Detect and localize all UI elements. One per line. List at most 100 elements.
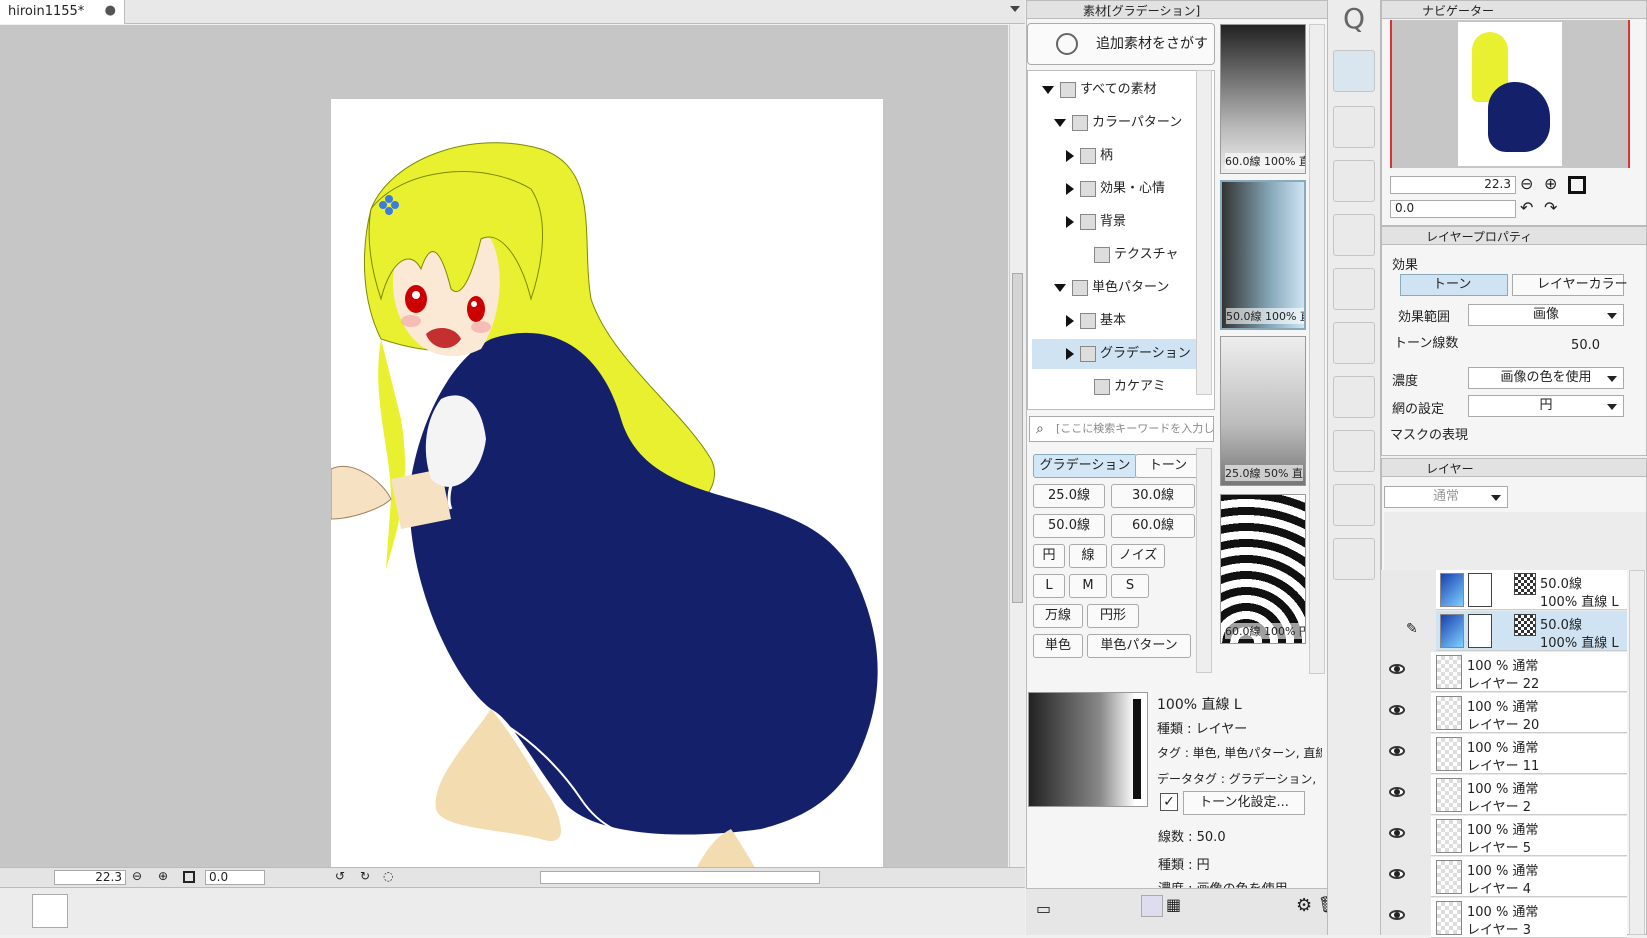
layer-scrollbar[interactable] bbox=[1629, 570, 1645, 935]
tag-button[interactable]: グラデーション bbox=[1033, 454, 1137, 478]
rotate-left-icon[interactable]: ↺ bbox=[335, 869, 345, 883]
tree-item[interactable]: 単色パターン bbox=[1054, 273, 1169, 303]
settings-icon[interactable]: ⚙ bbox=[1296, 895, 1312, 916]
tag-button[interactable]: 50.0線 bbox=[1033, 514, 1105, 538]
layer-row[interactable]: 100 % 通常 レイヤー 3 bbox=[1389, 898, 1627, 938]
material-thumbnail[interactable]: 50.0線 100% 直 bbox=[1220, 180, 1306, 330]
3d-material-icon[interactable] bbox=[1333, 484, 1375, 526]
tag-button[interactable]: 単色 bbox=[1033, 634, 1083, 658]
canvas-area[interactable] bbox=[0, 25, 1008, 879]
pose-material-icon[interactable] bbox=[1333, 430, 1375, 472]
tag-button[interactable]: 円形 bbox=[1087, 604, 1139, 628]
folder-icon[interactable]: ▭ bbox=[1036, 899, 1051, 918]
layer-row[interactable]: 100 % 通常 レイヤー 11 bbox=[1389, 734, 1627, 774]
tone-lines-value[interactable]: 50.0 bbox=[1520, 338, 1600, 358]
layer-row[interactable]: 100 % 通常 レイヤー 2 bbox=[1389, 775, 1627, 815]
list-view-icon[interactable] bbox=[1141, 895, 1163, 917]
tab-close-icon[interactable]: ● bbox=[105, 3, 116, 18]
layer-row[interactable]: 100 % 通常 レイヤー 5 bbox=[1389, 816, 1627, 856]
tree-scrollbar[interactable] bbox=[1196, 70, 1212, 395]
visibility-eye-icon[interactable] bbox=[1389, 664, 1405, 674]
navigator-rotate-right-icon[interactable]: ↷ bbox=[1544, 198, 1557, 217]
layer-color-button[interactable]: レイヤーカラー bbox=[1512, 274, 1628, 296]
collapse-arrow-icon[interactable] bbox=[1042, 85, 1054, 94]
fit-icon[interactable] bbox=[183, 871, 195, 883]
tone-setting-checkbox[interactable]: ✓ bbox=[1160, 793, 1178, 811]
material-search-input[interactable]: ⌕ [ここに検索キーワードを入力して bbox=[1029, 416, 1214, 442]
navigator-zoom-out-icon[interactable]: ⊖ bbox=[1520, 174, 1533, 193]
tag-button[interactable]: トーン bbox=[1135, 454, 1201, 478]
tone-setting-button[interactable]: トーン化設定... bbox=[1183, 791, 1305, 815]
dot-setting-select[interactable]: 円 bbox=[1468, 395, 1624, 417]
material-thumbnail[interactable]: 60.0線 100% 直 bbox=[1220, 24, 1306, 174]
layer-row[interactable]: ✎ 50.0線 100% 直線 L bbox=[1406, 611, 1627, 651]
tag-button[interactable]: L bbox=[1033, 574, 1065, 598]
visibility-eye-icon[interactable] bbox=[1389, 828, 1405, 838]
find-more-materials-button[interactable]: 追加素材をさがす bbox=[1027, 23, 1215, 65]
tree-item[interactable]: 効果・心情 bbox=[1066, 174, 1165, 204]
tag-button[interactable]: M bbox=[1069, 574, 1107, 598]
visibility-eye-icon[interactable] bbox=[1389, 746, 1405, 756]
tag-button[interactable]: 単色パターン bbox=[1087, 634, 1191, 658]
material-thumbnail[interactable]: 60.0線 100% 円 bbox=[1220, 494, 1306, 644]
horizontal-scroll-thumb[interactable] bbox=[540, 871, 820, 884]
expand-arrow-icon[interactable] bbox=[1066, 182, 1074, 195]
layer-row[interactable]: 100 % 通常 レイヤー 20 bbox=[1389, 693, 1627, 733]
open-folder-icon[interactable] bbox=[1333, 538, 1375, 580]
tab-dropdown-icon[interactable] bbox=[1010, 6, 1020, 12]
expand-arrow-icon[interactable] bbox=[1066, 347, 1074, 360]
quick-access-icon[interactable]: Q bbox=[1333, 2, 1375, 44]
frame-material-icon[interactable] bbox=[1333, 268, 1375, 310]
visibility-eye-icon[interactable] bbox=[1389, 705, 1405, 715]
visibility-eye-icon[interactable] bbox=[1389, 869, 1405, 879]
tag-button[interactable]: 万線 bbox=[1033, 604, 1083, 628]
reset-rotation-icon[interactable]: ◌ bbox=[383, 869, 393, 883]
expand-arrow-icon[interactable] bbox=[1066, 149, 1074, 162]
material-thumbnail[interactable]: 25.0線 50% 直 bbox=[1220, 336, 1306, 486]
tag-button[interactable]: 円 bbox=[1033, 544, 1065, 568]
thumbnail-scrollbar[interactable] bbox=[1309, 24, 1325, 674]
rotate-right-icon[interactable]: ↻ bbox=[360, 869, 370, 883]
visibility-eye-icon[interactable] bbox=[1389, 787, 1405, 797]
tag-button[interactable]: ノイズ bbox=[1111, 544, 1165, 568]
expand-arrow-icon[interactable] bbox=[1066, 215, 1074, 228]
tag-button[interactable]: 60.0線 bbox=[1111, 514, 1195, 538]
tag-button[interactable]: S bbox=[1111, 574, 1149, 598]
tree-item[interactable]: カラーパターン bbox=[1054, 108, 1182, 138]
density-select[interactable]: 画像の色を使用 bbox=[1468, 367, 1624, 389]
zoom-field[interactable]: 22.3 bbox=[54, 870, 126, 885]
tree-item[interactable]: グラデーション bbox=[1032, 339, 1198, 369]
tone-material-icon[interactable] bbox=[1333, 214, 1375, 256]
canvas-page[interactable] bbox=[331, 99, 883, 879]
collapse-arrow-icon[interactable] bbox=[1054, 283, 1066, 292]
visibility-eye-icon[interactable] bbox=[1389, 910, 1405, 920]
tree-item[interactable]: カケアミ bbox=[1076, 372, 1166, 402]
collapse-arrow-icon[interactable] bbox=[1054, 118, 1066, 127]
grid-view-icon[interactable]: ▦ bbox=[1166, 895, 1188, 917]
layer-row[interactable]: 50.0線 100% 直線 L bbox=[1436, 570, 1627, 610]
tag-scrollbar[interactable] bbox=[1196, 448, 1212, 673]
document-tab[interactable]: hiroin1155* ● bbox=[0, 0, 125, 24]
effect-range-select[interactable]: 画像 bbox=[1468, 304, 1624, 326]
navigator-rotate-left-icon[interactable]: ↶ bbox=[1520, 198, 1533, 217]
image-material-icon[interactable] bbox=[1333, 106, 1375, 148]
tree-item[interactable]: テクスチャ bbox=[1076, 240, 1178, 270]
navigator-zoom-field[interactable]: 22.3 bbox=[1390, 176, 1516, 194]
navigator-rotation-field[interactable]: 0.0 bbox=[1390, 200, 1516, 218]
brush-material-icon[interactable] bbox=[1333, 160, 1375, 202]
tag-button[interactable]: 25.0線 bbox=[1033, 484, 1105, 508]
navigator-preview[interactable] bbox=[1390, 20, 1630, 168]
timeline-icon[interactable] bbox=[32, 894, 68, 928]
navigator-fit-icon[interactable] bbox=[1568, 176, 1586, 194]
blend-mode-select[interactable]: 通常 bbox=[1384, 486, 1508, 508]
canvas-vertical-scrollbar[interactable] bbox=[1009, 25, 1025, 867]
tone-effect-button[interactable]: トーン bbox=[1400, 274, 1508, 296]
effect-material-icon[interactable] bbox=[1333, 322, 1375, 364]
layer-row[interactable]: 100 % 通常 レイヤー 22 bbox=[1389, 652, 1627, 692]
rotation-field[interactable]: 0.0 bbox=[205, 870, 265, 885]
landscape-material-icon[interactable] bbox=[1333, 376, 1375, 418]
expand-arrow-icon[interactable] bbox=[1066, 314, 1074, 327]
tree-item[interactable]: 柄 bbox=[1066, 141, 1113, 171]
tree-item[interactable]: 基本 bbox=[1066, 306, 1126, 336]
zoom-in-icon[interactable]: ⊕ bbox=[158, 869, 168, 883]
